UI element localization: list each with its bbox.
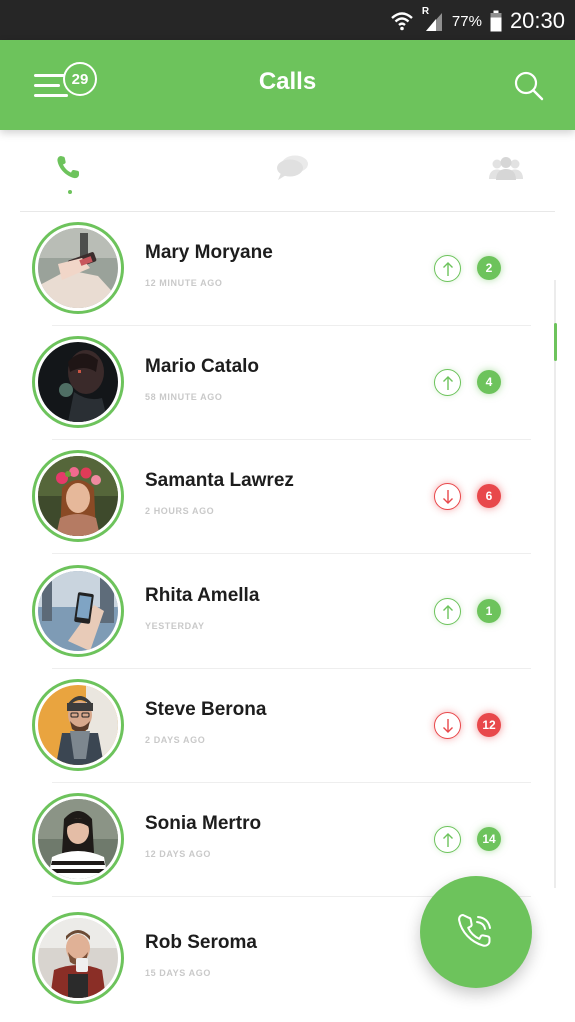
avatar-photo-man-coffee xyxy=(38,918,118,998)
avatar-photo-phone-hands xyxy=(38,228,118,308)
call-time: 12 DAYS AGO xyxy=(145,849,211,859)
signal-icon xyxy=(425,13,442,31)
phone-icon xyxy=(57,156,79,179)
contact-name: Rhita Amella xyxy=(145,585,260,606)
phone-call-icon xyxy=(458,914,491,947)
tab-calls[interactable] xyxy=(50,154,90,194)
page-title: Calls xyxy=(258,68,317,95)
avatar xyxy=(32,793,124,885)
new-call-button[interactable] xyxy=(420,876,532,988)
avatar-photo-beanie-man xyxy=(38,685,118,765)
wifi-icon xyxy=(391,12,413,31)
avatar xyxy=(32,679,124,771)
active-tab-indicator xyxy=(68,190,72,194)
group-icon xyxy=(489,157,523,180)
scrollbar-track[interactable] xyxy=(554,280,556,888)
call-count-badge: 6 xyxy=(477,484,501,508)
avatar xyxy=(32,912,124,1004)
call-count-badge: 4 xyxy=(477,370,501,394)
avatar-photo-striped-shirt xyxy=(38,799,118,879)
call-time: 2 DAYS AGO xyxy=(145,735,206,745)
contact-name: Mary Moryane xyxy=(145,242,273,263)
contact-name: Sonia Mertro xyxy=(145,813,262,834)
row-divider xyxy=(52,553,531,554)
chat-bubbles-icon xyxy=(277,155,308,180)
search-icon xyxy=(514,71,544,101)
contact-name: Steve Berona xyxy=(145,699,267,720)
arrow-up-icon xyxy=(442,375,453,390)
call-count-badge: 12 xyxy=(477,713,501,737)
tab-bar xyxy=(20,130,555,212)
call-time: 58 MINUTE AGO xyxy=(145,392,223,402)
outgoing-call-indicator xyxy=(434,255,461,282)
call-row[interactable]: Mary Moryane 12 MINUTE AGO 2 xyxy=(0,212,575,326)
arrow-down-icon xyxy=(442,489,453,504)
call-count-badge: 2 xyxy=(477,256,501,280)
arrow-up-icon xyxy=(442,604,453,619)
contact-name: Mario Catalo xyxy=(145,356,260,377)
search-button[interactable] xyxy=(513,70,545,102)
status-bar: R 77% 20:30 xyxy=(0,0,575,40)
outgoing-call-indicator xyxy=(434,826,461,853)
missed-call-indicator xyxy=(434,712,461,739)
contact-name: Rob Seroma xyxy=(145,932,257,953)
avatar-photo-phone-street xyxy=(38,571,118,651)
outgoing-call-indicator xyxy=(434,598,461,625)
outgoing-call-indicator xyxy=(434,369,461,396)
scrollbar-thumb[interactable] xyxy=(554,323,557,361)
call-row[interactable]: Mario Catalo 58 MINUTE AGO 4 xyxy=(0,326,575,440)
call-time: YESTERDAY xyxy=(145,621,205,631)
call-time: 2 HOURS AGO xyxy=(145,506,215,516)
arrow-down-icon xyxy=(442,718,453,733)
avatar xyxy=(32,336,124,428)
call-row[interactable]: Steve Berona 2 DAYS AGO 12 xyxy=(0,669,575,783)
avatar-photo-flower-crown xyxy=(38,456,118,536)
call-time: 15 DAYS AGO xyxy=(145,968,211,978)
call-row[interactable]: Rhita Amella YESTERDAY 1 xyxy=(0,555,575,669)
arrow-up-icon xyxy=(442,832,453,847)
call-row[interactable]: Samanta Lawrez 2 HOURS AGO 6 xyxy=(0,440,575,554)
clock: 20:30 xyxy=(509,8,565,33)
avatar xyxy=(32,222,124,314)
tab-contacts[interactable] xyxy=(486,154,526,194)
avatar xyxy=(32,565,124,657)
cell-signal: R xyxy=(422,6,444,32)
call-count-badge: 1 xyxy=(477,599,501,623)
tab-messages[interactable] xyxy=(273,154,313,194)
avatar xyxy=(32,450,124,542)
app-bar: 29 Calls xyxy=(0,40,575,130)
battery-icon xyxy=(490,10,502,32)
battery-percent: 77% xyxy=(451,12,482,30)
contact-name: Samanta Lawrez xyxy=(145,470,294,491)
call-time: 12 MINUTE AGO xyxy=(145,278,223,288)
arrow-up-icon xyxy=(442,261,453,276)
call-count-badge: 14 xyxy=(477,827,501,851)
missed-call-indicator xyxy=(434,483,461,510)
avatar-photo-dark-portrait xyxy=(38,342,118,422)
